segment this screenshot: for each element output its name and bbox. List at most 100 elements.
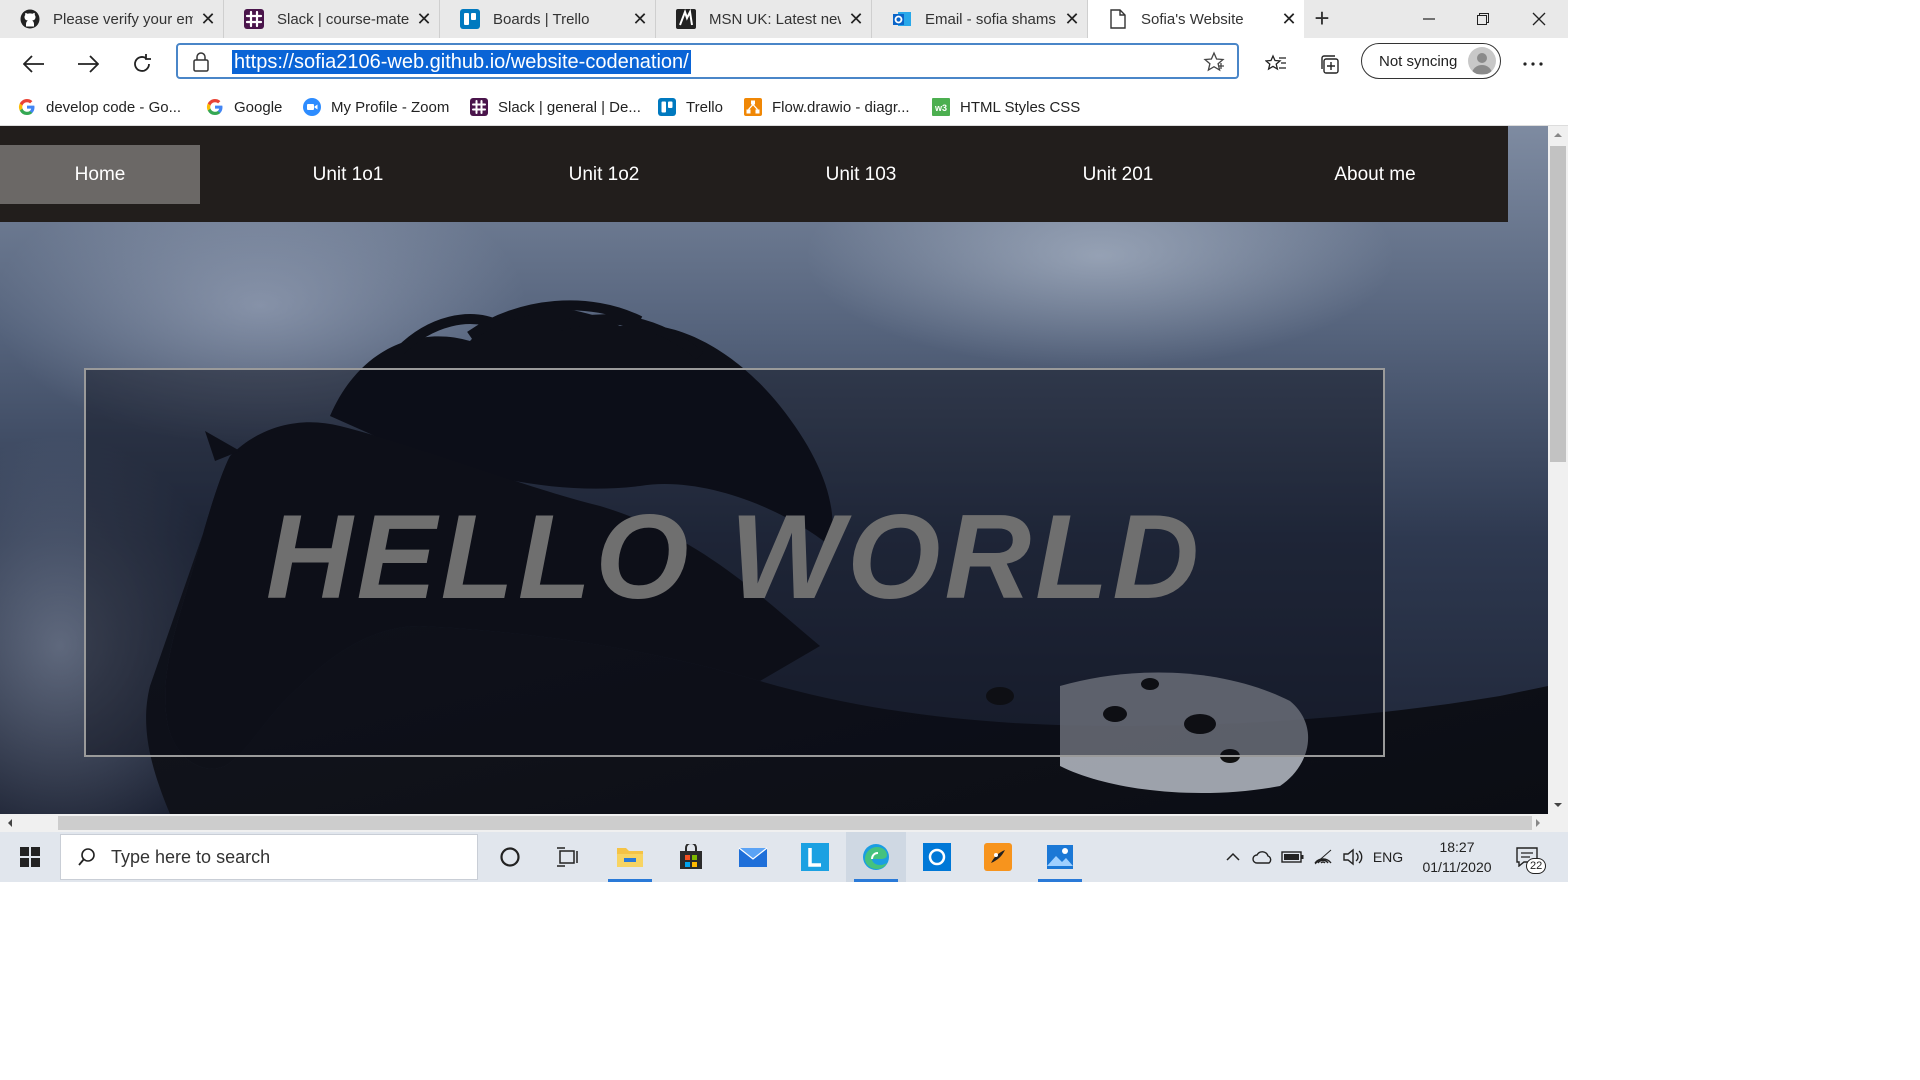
profile-sync-button[interactable]: Not syncing — [1361, 43, 1501, 79]
bookmark-drawio[interactable]: Flow.drawio - diagr... — [744, 94, 910, 120]
cortana-app-button[interactable] — [907, 832, 967, 882]
back-arrow-icon — [23, 55, 44, 73]
slack-icon — [244, 9, 264, 29]
close-icon[interactable]: ✕ — [1274, 9, 1304, 30]
bookmark-google[interactable]: Google — [206, 94, 282, 120]
folder-icon — [617, 848, 643, 867]
bookmark-slack[interactable]: Slack | general | De... — [470, 94, 641, 120]
microsoft-store-button[interactable] — [661, 832, 721, 882]
forward-button[interactable] — [70, 46, 106, 82]
cortana-app-icon — [923, 843, 951, 871]
wifi-button[interactable] — [1308, 832, 1338, 882]
action-center-button[interactable]: 22 — [1508, 832, 1548, 882]
bookmark-label: develop code - Go... — [46, 98, 182, 116]
photos-icon — [1047, 845, 1073, 869]
bookmark-develop-code[interactable]: develop code - Go... — [18, 94, 181, 120]
clock[interactable]: 18:27 01/11/2020 — [1410, 832, 1504, 882]
scroll-up-icon — [1554, 133, 1562, 137]
nav-unit-101[interactable]: Unit 1o1 — [248, 145, 448, 204]
search-icon — [77, 847, 97, 867]
outlook-icon — [892, 9, 912, 29]
volume-button[interactable] — [1338, 832, 1368, 882]
show-hidden-icons-button[interactable] — [1218, 832, 1248, 882]
close-icon[interactable]: ✕ — [409, 9, 439, 30]
nav-unit-201[interactable]: Unit 201 — [1018, 145, 1218, 204]
bookmark-zoom[interactable]: My Profile - Zoom — [303, 94, 449, 120]
bookmark-label: Slack | general | De... — [498, 98, 641, 116]
w3schools-icon: w3 — [932, 98, 950, 116]
close-icon[interactable]: ✕ — [193, 9, 223, 30]
scrollbar-thumb[interactable] — [1550, 146, 1566, 462]
clock-time: 18:27 — [1439, 839, 1475, 855]
github-icon — [20, 9, 40, 29]
trello-icon — [460, 9, 480, 29]
back-button[interactable] — [16, 46, 52, 82]
letter-l-app-icon — [801, 843, 829, 871]
settings-more-button[interactable] — [1515, 46, 1551, 82]
page-icon — [1108, 9, 1128, 29]
sync-label: Not syncing — [1379, 52, 1458, 70]
nav-unit-102[interactable]: Unit 1o2 — [504, 145, 704, 204]
taskbar-search[interactable]: Type here to search — [60, 834, 478, 880]
avatar — [1468, 47, 1496, 75]
battery-button[interactable] — [1278, 832, 1308, 882]
tab-title: MSN UK: Latest news — [709, 10, 841, 28]
bookmark-html-styles[interactable]: w3 HTML Styles CSS — [932, 94, 1080, 120]
start-button[interactable] — [0, 832, 60, 882]
mail-button[interactable] — [723, 832, 783, 882]
drawio-icon — [744, 98, 762, 116]
edge-icon — [863, 844, 889, 870]
vertical-scrollbar[interactable] — [1548, 126, 1568, 814]
tab-sofias-website[interactable]: Sofia's Website ✕ — [1088, 0, 1304, 38]
close-icon[interactable]: ✕ — [625, 9, 655, 30]
pencil-app-button[interactable] — [968, 832, 1028, 882]
collections-icon — [1321, 55, 1339, 74]
close-window-button[interactable] — [1512, 0, 1566, 38]
svg-text:w3: w3 — [934, 103, 947, 113]
address-url[interactable]: https://sofia2106-web.github.io/website-… — [232, 50, 691, 74]
tab-title: Please verify your em — [53, 10, 193, 28]
task-view-button[interactable] — [538, 832, 598, 882]
new-tab-button[interactable]: + — [1308, 4, 1336, 34]
tab-github[interactable]: Please verify your em ✕ — [0, 0, 224, 38]
mail-icon — [738, 847, 768, 867]
wifi-icon — [1314, 849, 1332, 865]
favorites-icon — [1265, 54, 1286, 71]
edge-browser-button[interactable] — [846, 832, 906, 882]
hero-background-image: Home Unit 1o1 Unit 1o2 Unit 103 Unit 201… — [0, 126, 1548, 814]
lock-icon[interactable] — [192, 51, 210, 78]
restore-button[interactable] — [1456, 0, 1510, 38]
file-explorer-button[interactable] — [600, 832, 660, 882]
bookmark-trello[interactable]: Trello — [658, 94, 723, 120]
photos-button[interactable] — [1030, 832, 1090, 882]
app-l-button[interactable] — [785, 832, 845, 882]
nav-unit-103[interactable]: Unit 103 — [761, 145, 961, 204]
bookmark-label: Google — [234, 98, 283, 116]
bookmark-label: HTML Styles CSS — [960, 98, 1081, 116]
tab-msn[interactable]: MSN UK: Latest news ✕ — [656, 0, 872, 38]
favorites-button[interactable] — [1258, 46, 1294, 82]
more-dots-icon — [1523, 62, 1543, 66]
tab-title: Slack | course-materi — [277, 10, 409, 28]
google-icon — [18, 98, 36, 116]
scrollbar-thumb[interactable] — [58, 816, 1532, 830]
nav-home[interactable]: Home — [0, 145, 200, 204]
refresh-button[interactable] — [124, 46, 160, 82]
horizontal-scrollbar[interactable] — [0, 814, 1548, 832]
scroll-right-icon — [1536, 819, 1540, 827]
onedrive-button[interactable] — [1248, 832, 1278, 882]
favorite-star-icon[interactable] — [1203, 51, 1225, 78]
minimize-button[interactable] — [1402, 0, 1456, 38]
tab-title: Email - sofia shams - — [925, 10, 1057, 28]
cortana-button[interactable] — [480, 832, 540, 882]
tab-outlook[interactable]: Email - sofia shams - ✕ — [872, 0, 1088, 38]
slack-icon — [470, 98, 488, 116]
address-bar[interactable]: https://sofia2106-web.github.io/website-… — [176, 43, 1239, 79]
tab-trello[interactable]: Boards | Trello ✕ — [440, 0, 656, 38]
nav-about-me[interactable]: About me — [1275, 145, 1475, 204]
language-indicator[interactable]: ENG — [1368, 832, 1408, 882]
close-icon[interactable]: ✕ — [841, 9, 871, 30]
tab-slack[interactable]: Slack | course-materi ✕ — [224, 0, 440, 38]
close-icon[interactable]: ✕ — [1057, 9, 1087, 30]
collections-button[interactable] — [1312, 46, 1348, 82]
